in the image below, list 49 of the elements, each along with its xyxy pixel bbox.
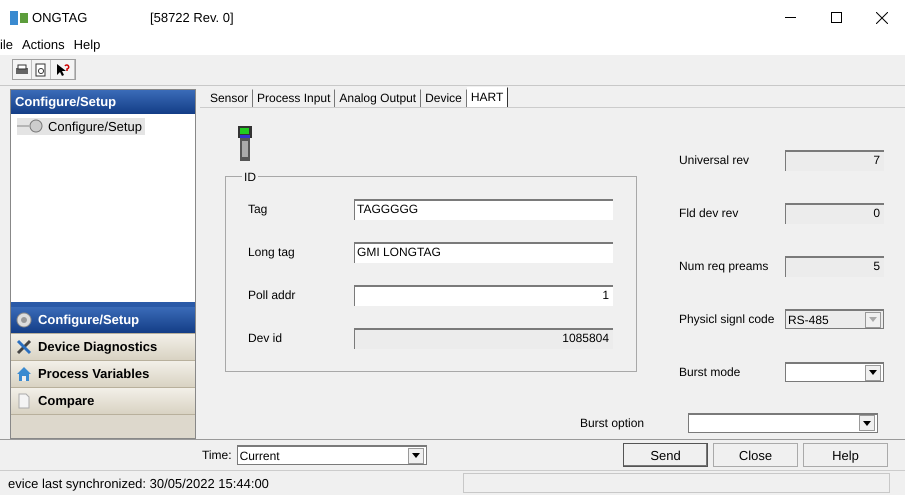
group-title: ID <box>243 170 257 184</box>
status-text: evice last synchronized: 30/05/2022 15:44:00 <box>7 476 270 491</box>
field-label: Physicl signl code <box>679 312 776 326</box>
tools-icon <box>16 338 32 355</box>
dialog-button[interactable]: Help <box>803 443 888 468</box>
dropdown-field[interactable] <box>785 362 884 382</box>
menu-item[interactable]: Actions <box>22 37 65 52</box>
app-logo-icon <box>10 10 28 24</box>
field-label: Universal rev <box>679 153 750 168</box>
menu-item[interactable]: Help <box>74 37 100 52</box>
input-field[interactable]: TAGGGGG <box>354 198 613 220</box>
input-field[interactable]: GMI LONGTAG <box>354 242 613 263</box>
window-title: ONGTAG <box>32 10 88 25</box>
tab[interactable]: Sensor <box>206 88 254 107</box>
field-label: Poll addr <box>248 288 296 302</box>
field-label: Burst mode <box>679 365 742 380</box>
time-dropdown[interactable]: Current <box>236 445 427 466</box>
maximize-icon <box>830 12 842 23</box>
dialog-button[interactable]: Close <box>713 443 798 468</box>
gear-icon <box>16 312 32 328</box>
dialog-button[interactable]: Send <box>623 443 708 468</box>
nav-button[interactable]: Compare <box>11 388 195 415</box>
tab[interactable]: Analog Output <box>335 88 422 107</box>
time-label: Time: <box>202 448 232 462</box>
field-label: Burst option <box>580 416 646 430</box>
tab[interactable]: Process Input <box>253 88 336 107</box>
print-icon[interactable] <box>13 60 32 80</box>
field-label: Num req preams <box>679 259 770 274</box>
document-icon <box>16 392 32 409</box>
field-label: Dev id <box>248 331 284 346</box>
minimize-icon <box>784 16 796 18</box>
dropdown-field[interactable] <box>688 412 878 433</box>
handheld-device-icon <box>237 126 253 162</box>
nav-button[interactable]: Device Diagnostics <box>11 334 195 361</box>
menu-item[interactable]: ile <box>0 37 14 52</box>
window-subtitle: [58722 Rev. 0] <box>150 10 234 25</box>
tree-item[interactable]: Configure/Setup <box>17 118 145 135</box>
gear-icon <box>17 119 45 134</box>
field-label: Tag <box>248 202 268 216</box>
nav-button[interactable]: Process Variables <box>11 360 195 388</box>
close-icon <box>876 12 888 24</box>
field-label: Long tag <box>248 245 296 260</box>
splitter-handle[interactable] <box>11 302 195 307</box>
tab[interactable]: HART <box>466 86 508 107</box>
nav-button[interactable]: Configure/Setup <box>11 306 195 334</box>
field-label: Fld dev rev <box>679 206 740 220</box>
pane-header: Configure/Setup <box>11 90 195 114</box>
house-icon <box>16 366 32 382</box>
input-field[interactable]: 1 <box>354 284 613 306</box>
